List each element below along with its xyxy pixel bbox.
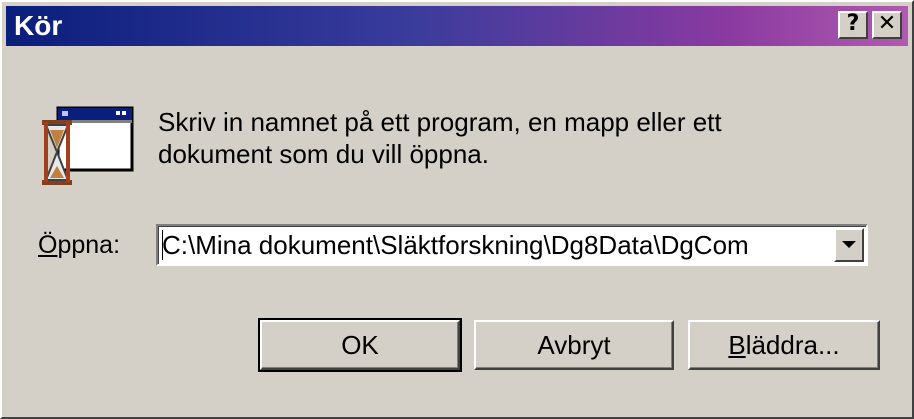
cancel-button[interactable]: Avbryt [474, 320, 674, 370]
close-button[interactable]: ✕ [872, 11, 902, 39]
help-button[interactable]: ? [838, 11, 868, 39]
browse-button[interactable]: Bläddra... [688, 320, 880, 370]
close-icon: ✕ [877, 11, 897, 36]
help-icon: ? [846, 11, 860, 36]
instruction-line-2: dokument som du vill öppna. [158, 139, 489, 169]
chevron-down-icon [842, 241, 856, 248]
instruction-text: Skriv in namnet på ett program, en mapp … [158, 106, 838, 170]
open-label: Öppna: [38, 230, 120, 260]
open-input[interactable] [162, 229, 822, 261]
run-program-icon [38, 100, 138, 192]
run-dialog: Kör ? ✕ Skriv in namnet på ett program, … [0, 0, 914, 419]
cancel-button-label: Avbryt [537, 330, 611, 360]
browse-accesskey: B [728, 330, 746, 360]
ok-button-label: OK [341, 330, 379, 360]
text-caret [162, 230, 163, 260]
open-label-rest: ppna: [57, 231, 121, 259]
open-combobox[interactable] [156, 224, 868, 266]
ok-button[interactable]: OK [258, 318, 462, 372]
window-title: Kör [14, 10, 63, 41]
instruction-line-1: Skriv in namnet på ett program, en mapp … [158, 107, 722, 137]
title-bar[interactable]: Kör ? ✕ [6, 6, 908, 46]
browse-button-label: läddra... [745, 330, 840, 360]
dropdown-button[interactable] [834, 228, 864, 262]
open-label-accesskey: Ö [38, 231, 58, 259]
